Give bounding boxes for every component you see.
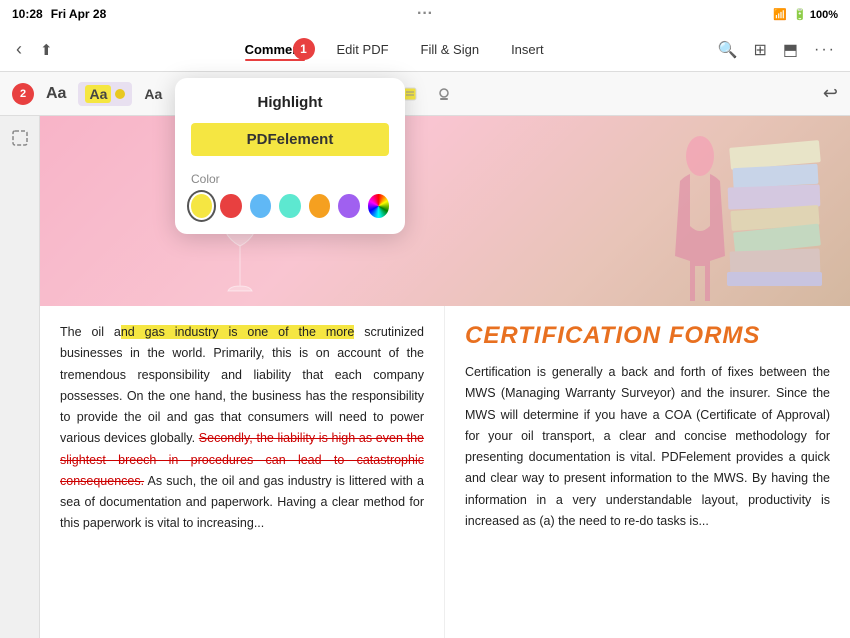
step-2-badge: 2: [12, 83, 34, 105]
comment-badge: 1: [293, 38, 315, 60]
more-options-button[interactable]: ···: [810, 37, 840, 63]
popup-preview-text: PDFelement: [191, 123, 389, 156]
highlight-tool-button[interactable]: Aa: [78, 82, 132, 106]
back-button[interactable]: ‹: [10, 35, 28, 64]
top-dots: ···: [417, 5, 433, 23]
highlight-popup: Highlight PDFelement Color: [175, 78, 405, 234]
text-tool-1[interactable]: Aa: [40, 81, 72, 107]
tab-comment[interactable]: Comment 1: [229, 36, 321, 63]
content-right: CERTIFICATION FORMS Certification is gen…: [445, 306, 850, 638]
swatch-purple[interactable]: [338, 194, 359, 218]
stamp-tool[interactable]: [430, 80, 458, 108]
tab-fill-sign[interactable]: Fill & Sign: [405, 36, 496, 63]
page-tools: [0, 116, 40, 638]
swatch-yellow[interactable]: [191, 194, 212, 218]
comment-toolbar: 2 Aa Aa Aa Aa Aa: [0, 72, 850, 116]
airplay-button[interactable]: ⬒: [779, 36, 802, 64]
strikethrough-text: Secondly, the liability is high as even …: [60, 431, 424, 488]
swatch-rainbow[interactable]: [368, 194, 389, 218]
highlighted-text-1: nd gas industry is one of the more: [121, 325, 354, 339]
swatch-blue[interactable]: [250, 194, 271, 218]
tab-insert[interactable]: Insert: [495, 36, 560, 63]
highlight-color-dot: [115, 89, 125, 99]
status-day: Fri Apr 28: [51, 7, 107, 21]
grid-view-button[interactable]: ⊞: [749, 36, 770, 64]
share-button[interactable]: ⬆: [34, 37, 59, 63]
battery-icon: 🔋 100%: [793, 8, 838, 21]
hero-image: [40, 116, 850, 306]
text-tool-2[interactable]: Aa: [138, 82, 168, 106]
document-area: The oil and gas industry is one of the m…: [0, 116, 850, 638]
search-button[interactable]: 🔍: [714, 36, 742, 64]
body-text-right: Certification is generally a back and fo…: [465, 362, 830, 532]
body-text-left: The oil and gas industry is one of the m…: [60, 322, 424, 535]
popup-title: Highlight: [191, 94, 389, 111]
main-toolbar: ‹ ⬆ Comment 1 Edit PDF Fill & Sign Inser…: [0, 28, 850, 72]
status-bar: 10:28 Fri Apr 28 ··· 📶 🔋 100%: [0, 0, 850, 28]
undo-button[interactable]: ↩: [823, 83, 838, 104]
tab-fill-sign-label: Fill & Sign: [421, 42, 480, 57]
color-label: Color: [191, 172, 389, 186]
person-silhouette: [670, 136, 730, 306]
swatch-teal[interactable]: [279, 194, 300, 218]
tab-edit-pdf[interactable]: Edit PDF: [321, 36, 405, 63]
content-area: The oil and gas industry is one of the m…: [40, 306, 850, 638]
status-time: 10:28: [12, 7, 43, 21]
color-swatches: [191, 194, 389, 218]
wifi-icon: 📶: [773, 8, 787, 21]
swatch-orange[interactable]: [309, 194, 330, 218]
tab-insert-label: Insert: [511, 42, 544, 57]
content-left: The oil and gas industry is one of the m…: [40, 306, 445, 638]
tab-edit-pdf-label: Edit PDF: [337, 42, 389, 57]
swatch-red[interactable]: [220, 194, 241, 218]
selection-tool[interactable]: [6, 124, 34, 152]
pdf-page: The oil and gas industry is one of the m…: [40, 116, 850, 638]
certification-forms-title: CERTIFICATION FORMS: [465, 322, 830, 350]
